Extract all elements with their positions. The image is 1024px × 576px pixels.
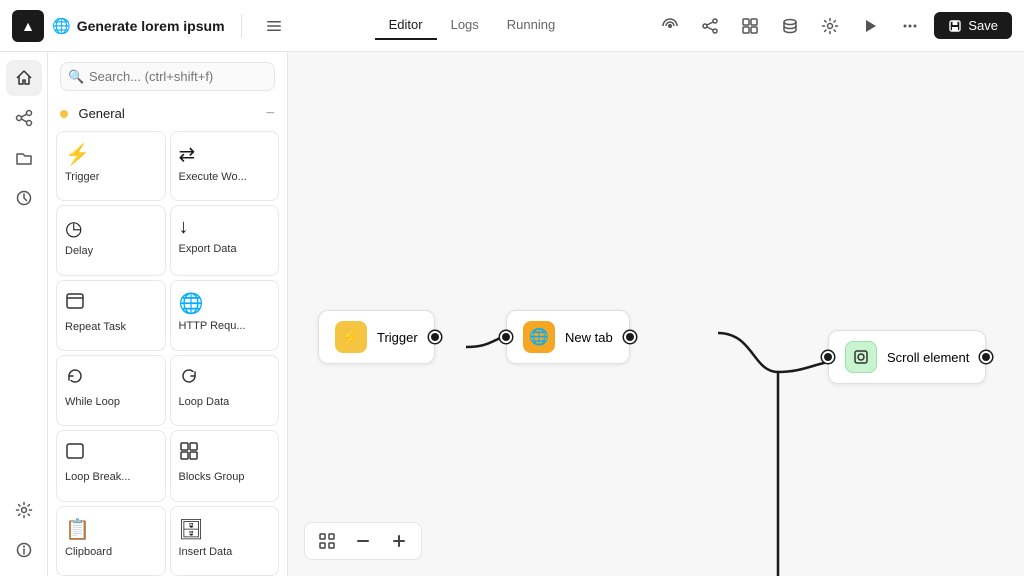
tab-running[interactable]: Running: [493, 11, 569, 40]
http-request-icon: 🌐: [179, 291, 204, 316]
while-loop-icon: [65, 366, 85, 392]
collapse-button[interactable]: −: [266, 105, 275, 123]
item-http-request-label: HTTP Requ...: [179, 320, 246, 332]
items-grid: ⚡ Trigger ⇄ Execute Wo... ◷ Delay ↓ Expo…: [48, 131, 287, 576]
nav-folder[interactable]: [6, 140, 42, 176]
item-http-request[interactable]: 🌐 HTTP Requ...: [170, 280, 280, 351]
item-clipboard[interactable]: 📋 Clipboard: [56, 506, 166, 576]
scroll-element-port-right[interactable]: [980, 351, 992, 363]
canvas-toolbar: [304, 522, 422, 560]
section-header: General −: [48, 101, 287, 131]
node-new-tab[interactable]: 🌐 New tab: [506, 310, 630, 364]
fit-view-button[interactable]: [313, 527, 341, 555]
new-tab-port-right[interactable]: [624, 331, 636, 343]
item-repeat-task-label: Repeat Task: [65, 321, 126, 333]
item-while-loop-label: While Loop: [65, 396, 120, 408]
share-icon[interactable]: [694, 10, 726, 42]
sidebar-toggle-button[interactable]: [258, 10, 290, 42]
topbar: ▲ 🌐 Generate lorem ipsum Editor Logs Run…: [0, 0, 1024, 52]
settings-icon[interactable]: [814, 10, 846, 42]
item-loop-data[interactable]: Loop Data: [170, 355, 280, 426]
section-dot: [60, 110, 68, 118]
item-clipboard-label: Clipboard: [65, 546, 112, 558]
node-trigger[interactable]: ⚡ Trigger: [318, 310, 435, 364]
execute-workflow-icon: ⇄: [179, 142, 196, 167]
run-icon[interactable]: [854, 10, 886, 42]
save-button[interactable]: Save: [934, 12, 1012, 39]
grid-icon[interactable]: [734, 10, 766, 42]
main-layout: 🔍 General − ⚡ Trigger ⇄ Execute Wo...: [0, 52, 1024, 576]
app-title: 🌐 Generate lorem ipsum: [52, 17, 225, 35]
globe-icon: 🌐: [52, 17, 71, 35]
item-loop-break-label: Loop Break...: [65, 471, 130, 483]
item-execute-workflow[interactable]: ⇄ Execute Wo...: [170, 131, 280, 201]
app-logo: ▲: [12, 10, 44, 42]
trigger-port-right[interactable]: [429, 331, 441, 343]
nav-home[interactable]: [6, 60, 42, 96]
trigger-node-icon: ⚡: [335, 321, 367, 353]
export-data-icon: ↓: [179, 216, 189, 239]
insert-data-icon: 🗄: [179, 517, 204, 542]
clipboard-icon: 📋: [65, 517, 90, 542]
zoom-out-button[interactable]: [349, 527, 377, 555]
scroll-element-port-left[interactable]: [822, 351, 834, 363]
loop-data-icon: [179, 366, 199, 392]
canvas[interactable]: ⚡ Trigger 🌐 New tab Scroll element: [288, 52, 1024, 576]
tab-logs[interactable]: Logs: [437, 11, 493, 40]
item-export-data-label: Export Data: [179, 243, 237, 255]
loop-break-icon: [65, 441, 85, 467]
delay-icon: ◷: [65, 216, 82, 241]
item-blocks-group[interactable]: Blocks Group: [170, 430, 280, 501]
new-tab-node-label: New tab: [565, 330, 613, 345]
nav-info[interactable]: [6, 532, 42, 568]
nav-sidebar: [0, 52, 48, 576]
more-icon[interactable]: [894, 10, 926, 42]
section-title: General: [78, 106, 124, 121]
panel-sidebar: 🔍 General − ⚡ Trigger ⇄ Execute Wo...: [48, 52, 288, 576]
tab-editor[interactable]: Editor: [375, 11, 437, 40]
blocks-group-icon: [179, 441, 199, 467]
item-trigger-label: Trigger: [65, 171, 99, 183]
node-scroll-element[interactable]: Scroll element: [828, 330, 986, 384]
item-execute-workflow-label: Execute Wo...: [179, 171, 247, 183]
item-delay-label: Delay: [65, 245, 93, 257]
search-box: 🔍: [48, 52, 287, 101]
repeat-task-icon: [65, 291, 85, 317]
item-insert-data[interactable]: 🗄 Insert Data: [170, 506, 280, 576]
item-loop-data-label: Loop Data: [179, 396, 230, 408]
item-loop-break[interactable]: Loop Break...: [56, 430, 166, 501]
item-trigger[interactable]: ⚡ Trigger: [56, 131, 166, 201]
new-tab-node-icon: 🌐: [523, 321, 555, 353]
search-input[interactable]: [60, 62, 275, 91]
zoom-in-button[interactable]: [385, 527, 413, 555]
nav-settings[interactable]: [6, 492, 42, 528]
database-icon[interactable]: [774, 10, 806, 42]
scroll-element-node-label: Scroll element: [887, 350, 969, 365]
scroll-element-node-icon: [845, 341, 877, 373]
divider: [241, 14, 242, 38]
item-repeat-task[interactable]: Repeat Task: [56, 280, 166, 351]
tab-bar: Editor Logs Running: [375, 11, 570, 40]
trigger-icon: ⚡: [65, 142, 90, 167]
signal-icon[interactable]: [654, 10, 686, 42]
item-delay[interactable]: ◷ Delay: [56, 205, 166, 275]
search-icon: 🔍: [68, 69, 84, 85]
nav-workflow[interactable]: [6, 100, 42, 136]
trigger-node-label: Trigger: [377, 330, 418, 345]
topbar-actions: Save: [654, 10, 1012, 42]
item-export-data[interactable]: ↓ Export Data: [170, 205, 280, 275]
item-while-loop[interactable]: While Loop: [56, 355, 166, 426]
item-insert-data-label: Insert Data: [179, 546, 233, 558]
new-tab-port-left[interactable]: [500, 331, 512, 343]
item-blocks-group-label: Blocks Group: [179, 471, 245, 483]
nav-history[interactable]: [6, 180, 42, 216]
